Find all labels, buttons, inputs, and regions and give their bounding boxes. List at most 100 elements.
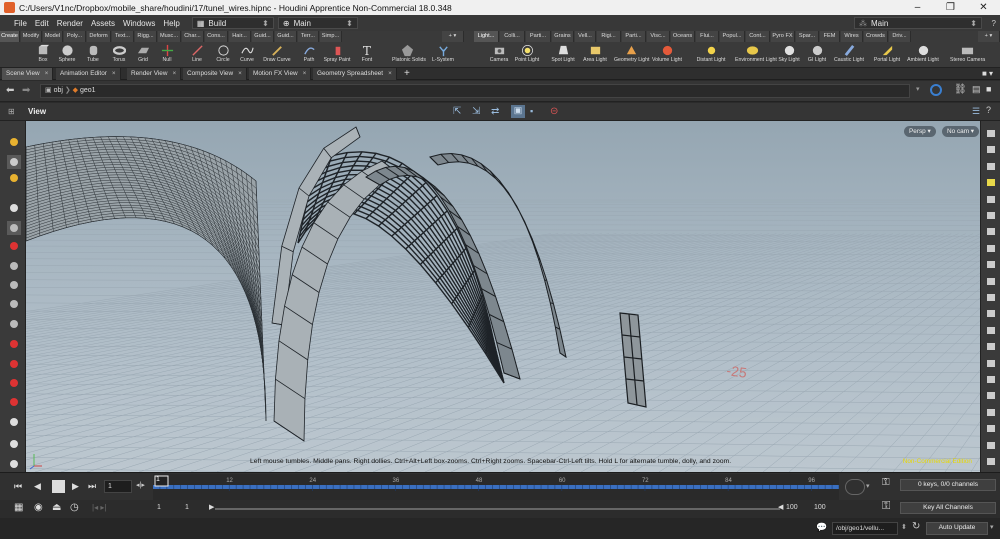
shelf-tab-right-5[interactable]: Rigi... — [597, 31, 621, 42]
shelf-tab-right-16[interactable]: Crowds — [864, 31, 888, 42]
shelf-tab-right-11[interactable]: Cont... — [746, 31, 770, 42]
viewer-menu-icon[interactable]: ⊞ — [8, 107, 15, 116]
range-end-field[interactable]: 100 — [814, 504, 826, 511]
lasso-red2-icon[interactable] — [7, 357, 21, 371]
home-icon[interactable] — [984, 127, 998, 140]
pane-tab-1[interactable]: Animation Editor × — [56, 68, 121, 80]
back-arrow-icon[interactable]: ⬅ — [6, 85, 14, 96]
status-path-field[interactable]: /obj/geo1/vellu... — [832, 522, 898, 535]
pane-tab-4[interactable]: Motion FX View × — [249, 68, 312, 80]
point-icon[interactable] — [984, 242, 998, 255]
range-slider[interactable] — [215, 508, 780, 510]
shelf-tab-5[interactable]: Text... — [112, 31, 134, 42]
render-icon[interactable]: ▦ — [14, 502, 23, 513]
range-start-field[interactable]: 1 — [157, 504, 161, 511]
key-all-icon[interactable]: ⚿ — [882, 500, 890, 513]
close-tab-icon[interactable]: × — [112, 70, 116, 77]
pane-tab-0[interactable]: Scene View × — [2, 68, 54, 80]
keys-channels-button[interactable]: 0 keys, 0/0 channels — [900, 479, 996, 491]
tool-lsystem[interactable]: L-System — [428, 43, 458, 67]
shelf-tab-right-2[interactable]: Parti... — [526, 31, 551, 42]
tool-caustic-light[interactable]: Caustic Light — [832, 43, 866, 67]
tool-platonic[interactable]: Platonic Solids — [392, 43, 426, 67]
shelf-tab-1[interactable]: Modify — [21, 31, 42, 42]
playback-start-field[interactable]: 1 — [185, 504, 189, 511]
shelf-tab-12[interactable]: Guid... — [275, 31, 297, 42]
display-options-icon[interactable]: ☰ — [972, 106, 980, 117]
tool-gi-light[interactable]: GI Light — [800, 43, 834, 67]
menu-file[interactable]: File — [10, 19, 31, 28]
tool-geometry-light[interactable]: Geometry Light — [614, 43, 649, 67]
lasso-red3-icon[interactable] — [7, 376, 21, 390]
tool-environment-light[interactable]: Environment Light — [735, 43, 777, 67]
label-icon[interactable] — [984, 373, 998, 386]
shelf-tab-8[interactable]: Char... — [182, 31, 204, 42]
arrow-select-icon[interactable] — [7, 201, 21, 215]
shelf-tab-right-9[interactable]: Flui... — [696, 31, 719, 42]
viewport-canvas[interactable]: -25 — [26, 121, 980, 472]
snap-tool-icon[interactable] — [984, 225, 998, 238]
range-start-handle-icon[interactable]: ▶ — [209, 503, 214, 511]
shelf-tab-11[interactable]: Guid... — [252, 31, 274, 42]
wire-icon[interactable] — [984, 258, 998, 271]
backface-icon[interactable] — [984, 324, 998, 337]
axis-icon[interactable] — [984, 406, 998, 419]
message-icon[interactable]: 💬 — [816, 522, 827, 533]
dot-icon[interactable] — [984, 291, 998, 304]
menu-help[interactable]: Help — [159, 19, 183, 28]
pane-tab-2[interactable]: Render View × — [127, 68, 182, 80]
frame-icon[interactable] — [984, 143, 998, 156]
help-icon[interactable]: ? — [992, 19, 996, 28]
playback-end-field[interactable]: 100 — [786, 504, 798, 511]
add-pane-tab-icon[interactable]: + — [404, 68, 410, 79]
minimize-button[interactable]: – — [901, 0, 934, 15]
tool-ambient-light[interactable]: Ambient Light — [906, 43, 940, 67]
pane-tab-5[interactable]: Geometry Spreadsheet × — [313, 68, 397, 80]
play-reverse-icon[interactable]: ◀ — [34, 481, 41, 492]
shelf-tab-2[interactable]: Model — [43, 31, 63, 42]
magnet-icon[interactable] — [7, 395, 21, 409]
shelf-tab-right-13[interactable]: Spar... — [796, 31, 819, 42]
normals-icon[interactable] — [984, 307, 998, 320]
shelf-tab-10[interactable]: Hair... — [229, 31, 251, 42]
maximize-button[interactable]: ❐ — [934, 0, 967, 15]
shelf-tab-right-14[interactable]: FEM — [820, 31, 840, 42]
tool-null[interactable]: Null — [152, 43, 182, 67]
path-obj[interactable]: obj — [54, 87, 63, 94]
shelf-tab-7[interactable]: Musc... — [158, 31, 181, 42]
flipbook-icon[interactable]: ⏏ — [52, 502, 61, 513]
pin-tool-icon[interactable] — [7, 317, 21, 331]
right-desktop-select[interactable]: ⁂ Main ⬍ — [854, 17, 982, 29]
shelf-tab-right-10[interactable]: Popul... — [720, 31, 745, 42]
select-icon[interactable] — [7, 135, 21, 149]
maximize-pane-icon[interactable]: ■ — [986, 84, 991, 94]
pin-icon[interactable] — [930, 84, 942, 96]
tool-portal-light[interactable]: Portal Light — [870, 43, 904, 67]
status-dropdown-icon[interactable]: ⬍ — [901, 523, 907, 531]
stop-icon[interactable] — [52, 480, 65, 493]
snap-icon[interactable]: ▣ — [511, 105, 525, 118]
update-dropdown-icon[interactable]: ▾ — [990, 523, 994, 531]
shelf-tab-right-15[interactable]: Wires — [841, 31, 863, 42]
scene-icon[interactable] — [984, 340, 998, 353]
close-tab-icon[interactable]: × — [172, 70, 176, 77]
path-dropdown-icon[interactable]: ▾ — [916, 85, 920, 93]
camera-button[interactable]: No cam ▾ — [942, 126, 980, 137]
shelf-tab-right-17[interactable]: Driv... — [889, 31, 911, 42]
add-shelf-tab-right-icon[interactable]: + ▾ — [978, 31, 1000, 42]
shelf-tab-right-12[interactable]: Pyro FX — [771, 31, 795, 42]
tool-area-light[interactable]: Area Light — [578, 43, 612, 67]
viewer-help-icon[interactable]: ? — [986, 105, 991, 115]
screenshot-icon[interactable] — [984, 439, 998, 452]
flipbook-tool-icon[interactable] — [7, 457, 21, 471]
tool-distant-light[interactable]: Distant Light — [694, 43, 728, 67]
lock-icon[interactable] — [7, 221, 21, 235]
current-frame-field[interactable]: 1 — [104, 480, 132, 493]
close-tab-icon[interactable]: × — [303, 70, 307, 77]
shelf-tab-right-3[interactable]: Grains — [552, 31, 574, 42]
key-icon[interactable]: ⚿ — [882, 477, 890, 488]
pan-icon[interactable] — [984, 160, 998, 173]
menu-assets[interactable]: Assets — [87, 19, 119, 28]
light-bulb-icon[interactable] — [984, 176, 998, 189]
forward-arrow-icon[interactable]: ➡ — [22, 85, 30, 96]
